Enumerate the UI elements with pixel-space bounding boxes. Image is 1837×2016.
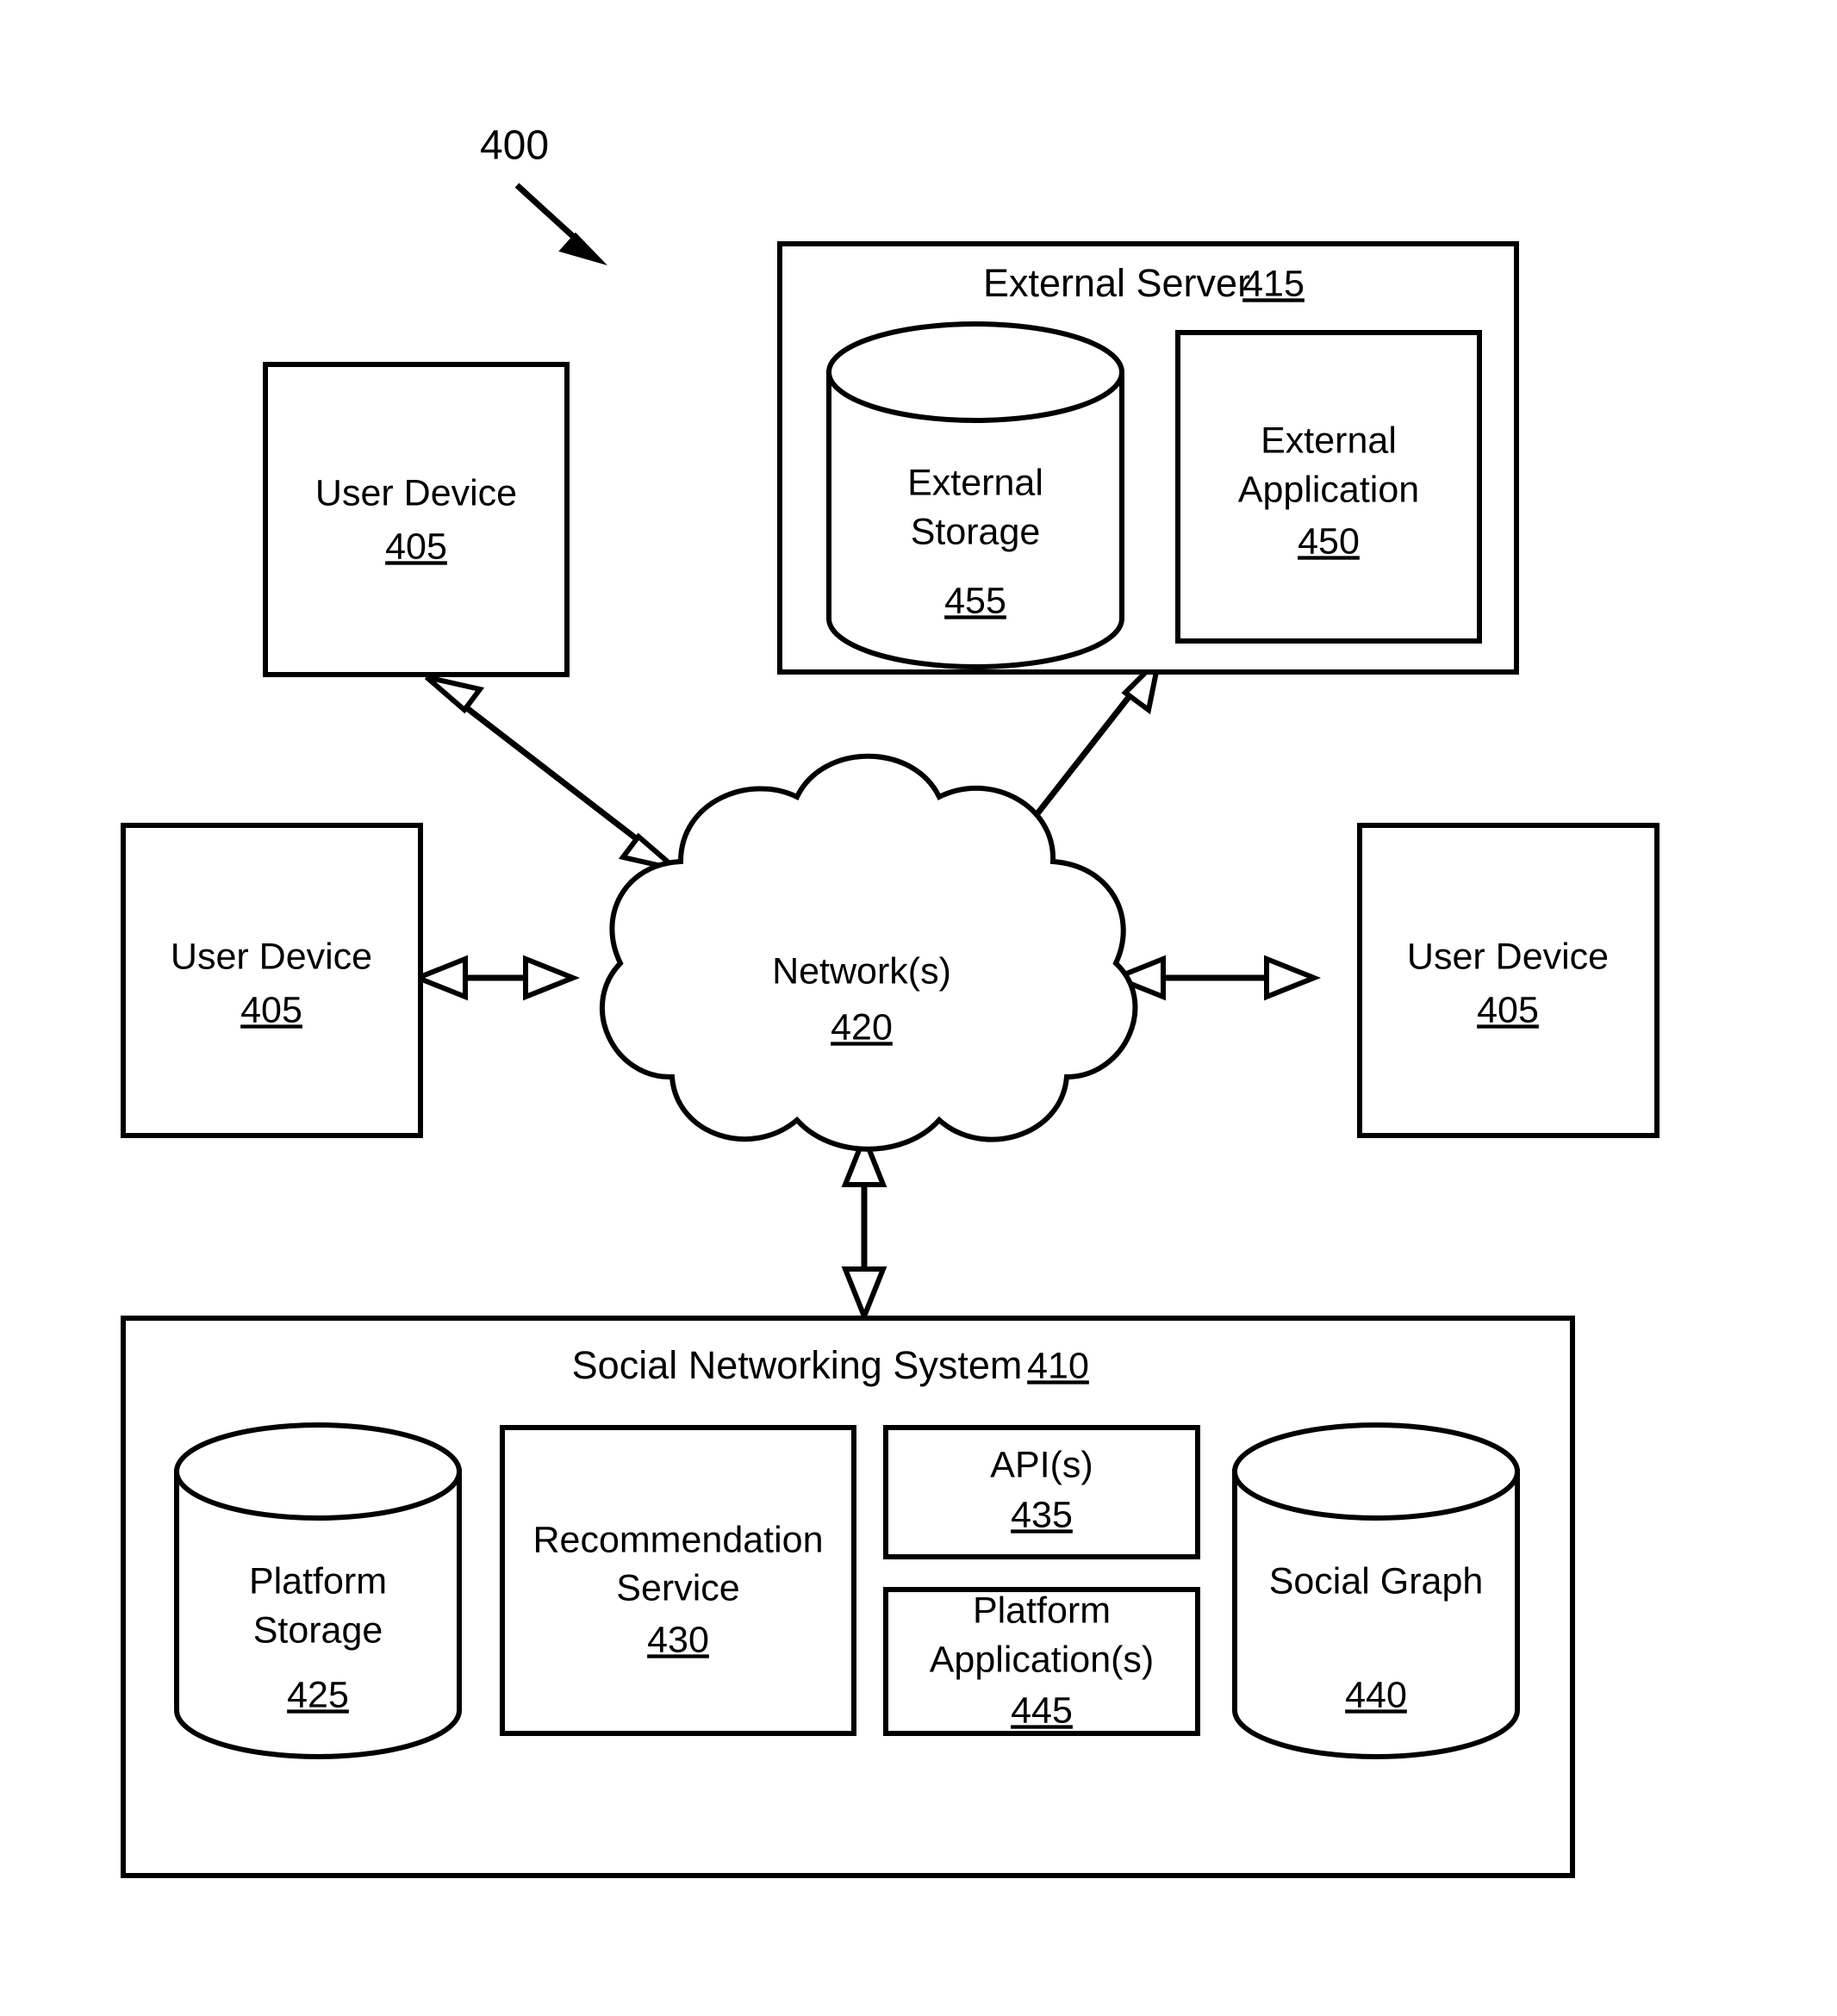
social-networking-system-container[interactable]: Social Networking System 410 Platform St… xyxy=(121,1316,1575,1878)
user-device-left-ref: 405 xyxy=(240,989,302,1030)
user-device-top-label: User Device xyxy=(315,472,517,513)
patent-figure-400: 400 User Device 405 User Device 405 User… xyxy=(0,0,1837,2016)
recommendation-service-ref: 430 xyxy=(647,1619,709,1660)
network-ref: 420 xyxy=(831,1006,893,1048)
connector-user-device-right-to-network xyxy=(1108,955,1322,1001)
external-storage-line1: External xyxy=(907,462,1043,503)
user-device-right-box[interactable] xyxy=(1357,823,1660,1138)
external-storage-ref: 455 xyxy=(944,580,1006,621)
external-application-line1: External xyxy=(1261,420,1397,461)
cylinder-top-ellipse-icon xyxy=(1232,1422,1520,1521)
network-label: Network(s) xyxy=(772,950,951,992)
connector-user-device-top-to-network xyxy=(425,675,678,872)
user-device-right-ref: 405 xyxy=(1477,989,1539,1030)
user-device-top-node[interactable]: User Device 405 xyxy=(263,362,570,677)
platform-applications-line1: Platform xyxy=(973,1590,1111,1631)
recommendation-service-node[interactable]: Recommendation Service 430 xyxy=(500,1425,856,1736)
user-device-top-box[interactable] xyxy=(263,362,570,677)
user-device-top-ref: 405 xyxy=(385,526,447,567)
apis-line1: API(s) xyxy=(990,1444,1093,1485)
platform-applications-node[interactable]: Platform Application(s) 445 xyxy=(883,1587,1200,1736)
user-device-right-label: User Device xyxy=(1407,936,1609,977)
social-networking-system-label: Social Networking System xyxy=(572,1343,1023,1387)
external-storage-line2: Storage xyxy=(911,511,1041,552)
external-application-line2: Application xyxy=(1238,469,1419,510)
figure-number: 400 xyxy=(480,123,549,169)
user-device-left-label: User Device xyxy=(171,936,372,977)
diagram-canvas: 400 User Device 405 User Device 405 User… xyxy=(121,123,1660,1878)
platform-storage-ref: 425 xyxy=(287,1674,349,1715)
external-application-ref: 450 xyxy=(1298,520,1360,562)
network-node[interactable]: Network(s) 420 xyxy=(599,753,1138,1152)
external-storage-node[interactable]: External Storage 455 xyxy=(826,321,1124,669)
recommendation-service-line1: Recommendation xyxy=(532,1519,823,1560)
external-server-label: External Server xyxy=(983,261,1250,305)
social-graph-line1: Social Graph xyxy=(1269,1560,1484,1602)
cylinder-top-ellipse-icon xyxy=(826,321,1124,423)
user-device-left-box[interactable] xyxy=(121,823,423,1138)
diagonal-arrow-icon xyxy=(514,183,607,265)
cylinder-top-ellipse-icon xyxy=(174,1422,462,1521)
platform-storage-line2: Storage xyxy=(253,1609,383,1651)
social-networking-system-title: Social Networking System 410 xyxy=(572,1343,1089,1387)
user-device-right-node[interactable]: User Device 405 xyxy=(1357,823,1660,1138)
social-graph-ref: 440 xyxy=(1345,1674,1407,1715)
platform-storage-node[interactable]: Platform Storage 425 xyxy=(174,1422,462,1759)
recommendation-service-line2: Service xyxy=(616,1567,739,1608)
user-device-left-node[interactable]: User Device 405 xyxy=(121,823,423,1138)
social-networking-system-ref: 410 xyxy=(1027,1345,1089,1386)
connector-user-device-left-to-network xyxy=(410,955,581,1001)
apis-ref: 435 xyxy=(1011,1494,1073,1535)
external-server-container[interactable]: External Server 415 External Storage 455… xyxy=(777,241,1519,675)
platform-applications-ref: 445 xyxy=(1011,1689,1073,1731)
connector-network-to-social-networking-system xyxy=(841,1129,887,1324)
platform-storage-line1: Platform xyxy=(249,1560,387,1602)
apis-node[interactable]: API(s) 435 xyxy=(883,1425,1200,1559)
external-application-node[interactable]: External Application 450 xyxy=(1175,330,1482,644)
social-graph-node[interactable]: Social Graph 440 xyxy=(1232,1422,1520,1759)
platform-applications-line2: Application(s) xyxy=(930,1639,1155,1680)
external-server-ref: 415 xyxy=(1242,263,1305,304)
external-server-title: External Server 415 xyxy=(983,261,1305,305)
